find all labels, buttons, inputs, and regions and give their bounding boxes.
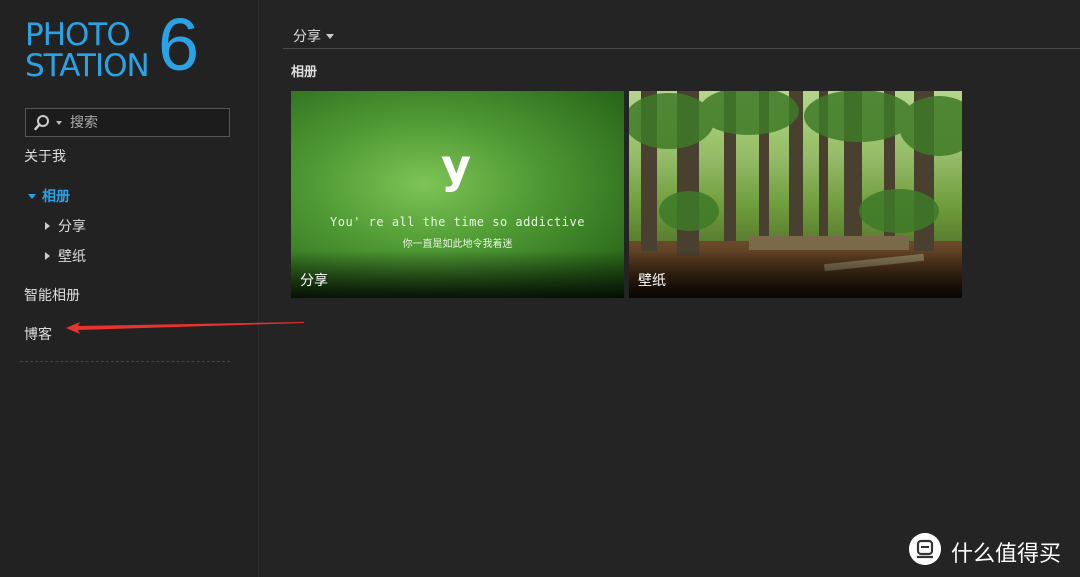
sidebar-item-wallpaper[interactable]: 壁纸: [45, 246, 86, 266]
main-toolbar: 分享: [283, 22, 1080, 49]
sidebar-item-label: 相册: [42, 189, 70, 205]
sidebar-item-about[interactable]: 关于我: [24, 146, 66, 166]
album-card-share[interactable]: y You' re all the time so addictive 你一直是…: [291, 91, 624, 298]
annotation-arrow: [66, 322, 304, 334]
sidebar-item-share[interactable]: 分享: [45, 216, 86, 236]
thumb-slogan-en: You' re all the time so addictive: [330, 215, 585, 229]
watermark-logo-icon: [909, 533, 941, 565]
share-dropdown-label: 分享: [293, 29, 321, 45]
sidebar-item-blog[interactable]: 博客: [24, 324, 52, 344]
sidebar: PHOTO STATION 6 关于我 相册 分享 壁纸 智能相册 博客: [0, 0, 259, 577]
logo-text-line2: STATION: [25, 48, 150, 84]
sidebar-item-smart-albums[interactable]: 智能相册: [24, 285, 80, 305]
search-input[interactable]: [70, 112, 220, 133]
album-label: 分享: [300, 273, 328, 289]
logo-text-line1: PHOTO: [25, 17, 131, 53]
album-card-wallpaper[interactable]: 壁纸: [629, 91, 962, 298]
album-label: 壁纸: [638, 273, 666, 289]
section-title: 相册: [291, 65, 318, 80]
sidebar-item-label: 壁纸: [58, 249, 86, 265]
share-dropdown[interactable]: 分享: [293, 26, 334, 46]
search-box[interactable]: [25, 108, 230, 137]
album-label-overlay: [629, 250, 962, 298]
thumb-logo: y: [441, 139, 471, 193]
chevron-down-icon[interactable]: [56, 121, 62, 125]
sidebar-divider: [20, 361, 230, 362]
search-icon[interactable]: [34, 114, 50, 131]
chevron-down-icon: [326, 34, 334, 39]
watermark-text: 什么值得买: [951, 542, 1062, 567]
logo-version-number: 6: [158, 3, 200, 86]
album-label-overlay: [291, 250, 624, 298]
photo-station-logo: PHOTO STATION 6: [25, 8, 225, 94]
caret-down-icon: [28, 194, 36, 199]
caret-right-icon: [45, 252, 50, 260]
sidebar-item-albums[interactable]: 相册: [28, 186, 70, 206]
caret-right-icon: [45, 222, 50, 230]
thumb-slogan-zh: 你一直是如此地令我着迷: [402, 239, 513, 250]
sidebar-item-label: 分享: [58, 219, 86, 235]
